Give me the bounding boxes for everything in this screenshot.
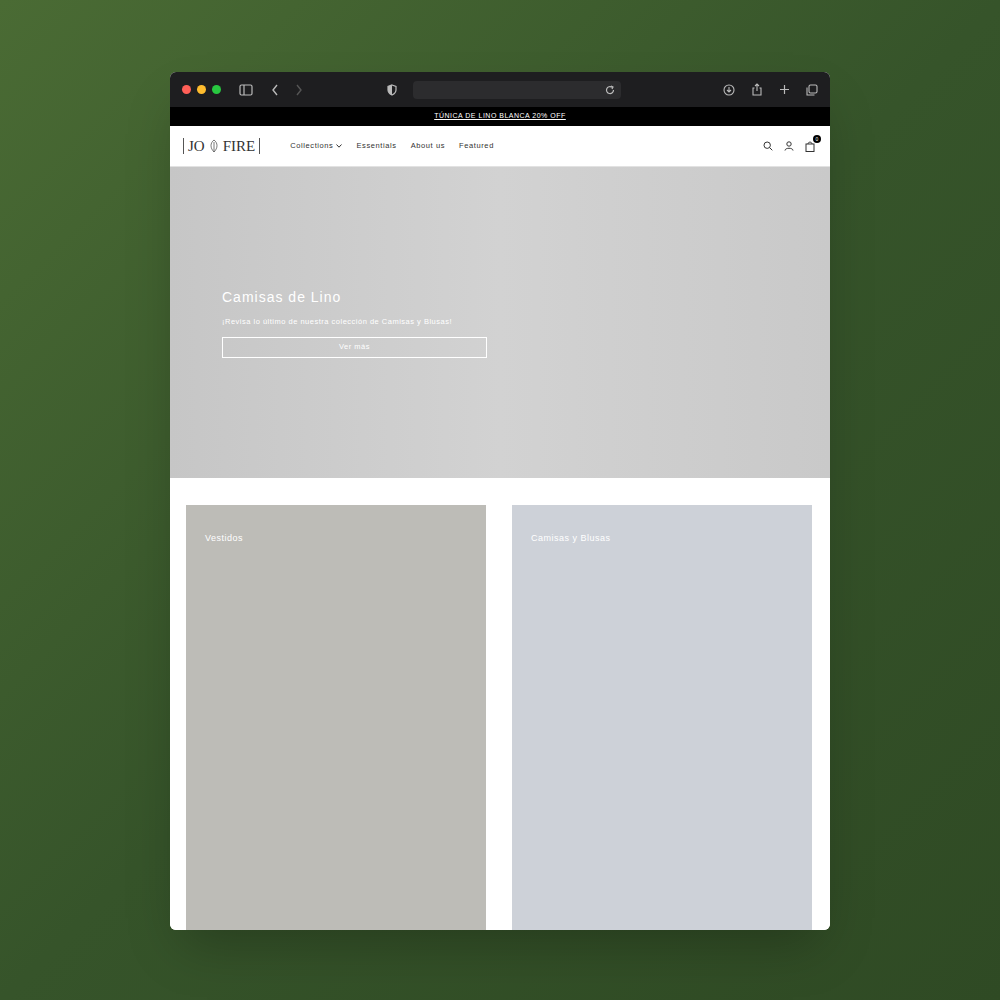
- category-grid: Vestidos Camisas y Blusas: [170, 478, 830, 930]
- logo-left-text[interactable]: JO: [186, 139, 207, 154]
- sidebar-icon[interactable]: [239, 84, 253, 96]
- zoom-button[interactable]: [212, 85, 221, 94]
- nav-item[interactable]: Essentials: [356, 140, 396, 151]
- nav-item[interactable]: Featured: [459, 140, 494, 151]
- nav-item-label[interactable]: Collections: [290, 140, 333, 151]
- cart-count-badge: 0: [813, 135, 821, 143]
- cart[interactable]: 0: [805, 140, 817, 152]
- hero-banner[interactable]: Camisas de Lino ¡Revisa lo último de nue…: [170, 167, 830, 478]
- leaf-icon: [209, 139, 219, 153]
- site-header: JO FIRE Collections Essentials About us Fea…: [170, 126, 830, 167]
- category-card[interactable]: Camisas y Blusas: [512, 505, 812, 930]
- logo-right-text[interactable]: FIRE: [221, 139, 258, 154]
- account-icon[interactable]: [784, 141, 794, 151]
- announcement-bar[interactable]: TÚNICA DE LINO BLANCA 20% OFF: [170, 107, 830, 126]
- nav-item[interactable]: Collections: [290, 140, 342, 151]
- shield-icon[interactable]: [387, 84, 397, 96]
- hero-title: Camisas de Lino: [222, 288, 830, 306]
- category-label[interactable]: Vestidos: [205, 533, 243, 543]
- browser-window: TÚNICA DE LINO BLANCA 20% OFF JO FIRE Co…: [170, 72, 830, 930]
- nav-item[interactable]: About us: [411, 140, 445, 151]
- announcement-text[interactable]: TÚNICA DE LINO BLANCA 20% OFF: [434, 111, 566, 122]
- close-button[interactable]: [182, 85, 191, 94]
- share-icon[interactable]: [751, 83, 763, 96]
- search-icon[interactable]: [763, 141, 773, 151]
- reload-icon[interactable]: [605, 85, 615, 95]
- logo[interactable]: JO FIRE: [183, 138, 260, 154]
- cart-icon[interactable]: [805, 141, 815, 152]
- tabs-overview-icon[interactable]: [806, 84, 818, 96]
- forward-icon[interactable]: [295, 84, 303, 96]
- nav-item-label[interactable]: Essentials: [356, 140, 396, 151]
- nav-item-label[interactable]: Featured: [459, 140, 494, 151]
- hero-subtitle: ¡Revisa lo último de nuestra colección d…: [222, 316, 484, 328]
- category-card[interactable]: Vestidos: [186, 505, 486, 930]
- address-bar[interactable]: [413, 81, 621, 99]
- hero-button-label[interactable]: Ver más: [339, 341, 370, 352]
- nav-item-label[interactable]: About us: [411, 140, 445, 151]
- hero-button[interactable]: Ver más: [222, 337, 487, 358]
- chevron-down-icon[interactable]: [336, 144, 342, 148]
- back-icon[interactable]: [271, 84, 279, 96]
- download-icon[interactable]: [723, 84, 735, 96]
- new-tab-icon[interactable]: [779, 84, 790, 95]
- minimize-button[interactable]: [197, 85, 206, 94]
- desktop-background: TÚNICA DE LINO BLANCA 20% OFF JO FIRE Co…: [0, 0, 1000, 1000]
- category-label[interactable]: Camisas y Blusas: [531, 533, 611, 543]
- main-nav: Collections Essentials About us Featured: [290, 140, 494, 151]
- browser-toolbar: [170, 72, 830, 107]
